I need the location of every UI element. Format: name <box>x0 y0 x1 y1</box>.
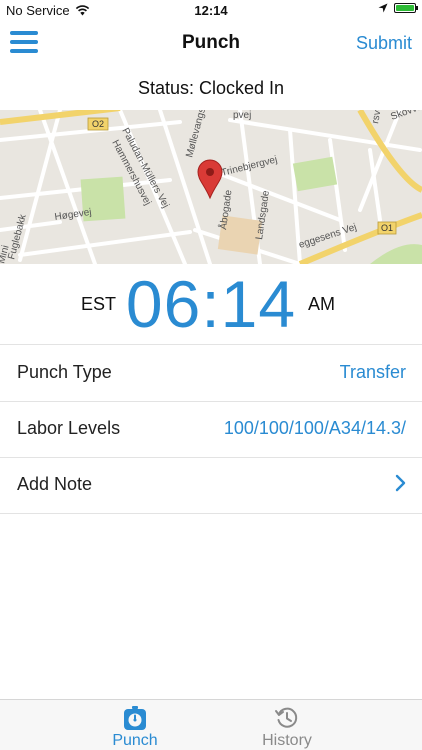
map-graphic: O2 O1 Paludan-Müllers Vej Hammershusvej … <box>0 110 422 264</box>
tab-history-label: History <box>262 732 312 749</box>
stopwatch-icon <box>124 706 146 730</box>
clock-time: 06:14 <box>125 267 297 341</box>
location-arrow-icon <box>378 3 388 13</box>
punch-type-label: Punch Type <box>17 362 112 382</box>
clock-status: Status: Clocked In <box>137 78 285 98</box>
submit-button[interactable]: Submit <box>356 33 412 54</box>
location-map[interactable]: O2 O1 Paludan-Müllers Vej Hammershusvej … <box>0 110 422 264</box>
current-time-display: EST 06:14 AM <box>0 264 422 345</box>
tab-punch[interactable]: Punch <box>95 705 175 750</box>
labor-levels-value[interactable]: 100/100/100/A34/14.3/ <box>224 418 406 439</box>
history-clock-icon <box>275 707 298 728</box>
ampm-label: AM <box>308 294 335 314</box>
tab-history[interactable]: History <box>247 705 327 750</box>
status-bar-right <box>378 3 418 13</box>
navigation-bar: Punch Submit <box>0 22 422 64</box>
status-bar: No Service 12:14 <box>0 0 422 22</box>
tab-bar: Punch History <box>0 699 422 750</box>
punch-type-value[interactable]: Transfer <box>340 362 406 383</box>
add-note-label: Add Note <box>17 474 93 494</box>
tab-punch-label: Punch <box>112 732 158 749</box>
road-label-o1: O1 <box>381 223 393 233</box>
add-note-row[interactable]: Add Note <box>0 457 422 514</box>
punch-type-row[interactable]: Punch Type Transfer <box>0 345 422 402</box>
status-bar-time: 12:14 <box>194 3 228 18</box>
labor-levels-row[interactable]: Labor Levels 100/100/100/A34/14.3/ <box>0 401 422 458</box>
street-label: pvej <box>233 110 251 121</box>
road-label-o2: O2 <box>92 119 104 129</box>
battery-icon <box>394 3 418 13</box>
chevron-right-icon[interactable] <box>394 473 408 493</box>
labor-levels-label: Labor Levels <box>17 418 121 438</box>
